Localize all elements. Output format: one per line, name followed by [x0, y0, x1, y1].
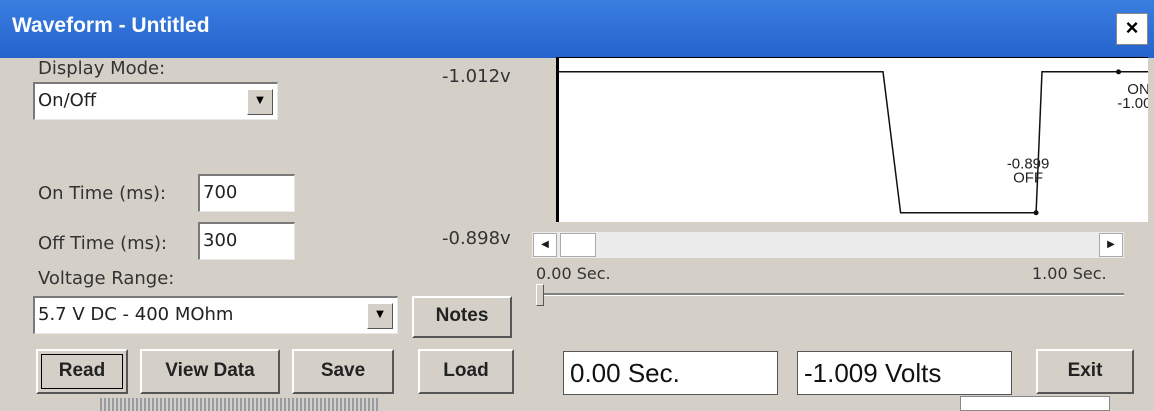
exit-button[interactable]: Exit: [1036, 349, 1134, 394]
x-axis-start-label: 0.00 Sec.: [536, 264, 611, 283]
title-bar: Waveform - Untitled ×: [0, 0, 1154, 58]
status-panel: [960, 396, 1110, 411]
view-data-button[interactable]: View Data: [140, 349, 280, 394]
on-time-input[interactable]: 700: [198, 174, 295, 212]
load-button[interactable]: Load: [418, 349, 514, 394]
chevron-down-icon[interactable]: ▼: [367, 303, 393, 329]
chevron-down-icon[interactable]: ▼: [247, 89, 273, 115]
waveform-chart: -0.899OFFON-1.009: [559, 69, 1148, 216]
voltage-range-select[interactable]: 5.7 V DC - 400 MOhm ▼: [33, 296, 398, 334]
voltage-readout: -1.009 Volts: [797, 351, 1012, 395]
off-time-label: Off Time (ms):: [38, 233, 168, 254]
time-slider-track[interactable]: [540, 293, 1124, 296]
display-mode-label: Display Mode:: [38, 58, 166, 79]
save-button[interactable]: Save: [292, 349, 394, 394]
status-bar: [0, 396, 1154, 411]
voltage-range-label: Voltage Range:: [38, 268, 175, 289]
close-button[interactable]: ×: [1116, 13, 1148, 45]
voltage-range-value: 5.7 V DC - 400 MOhm: [38, 304, 234, 325]
display-mode-select[interactable]: On/Off ▼: [33, 82, 278, 120]
waveform-marker-0: [1033, 210, 1039, 216]
waveform-annotation-state-1: -1.009: [1117, 95, 1148, 112]
arrow-right-icon[interactable]: ▶: [1099, 233, 1123, 257]
y-axis-top-label: -1.012v: [442, 66, 511, 87]
plot-scrollbar[interactable]: ◀ ▶: [532, 232, 1124, 258]
time-readout: 0.00 Sec.: [563, 351, 778, 395]
time-slider-thumb[interactable]: [536, 284, 544, 306]
read-button[interactable]: Read: [36, 349, 128, 394]
notes-button[interactable]: Notes: [412, 296, 512, 338]
on-time-label: On Time (ms):: [38, 183, 167, 204]
display-mode-value: On/Off: [38, 90, 97, 111]
y-axis-bottom-label: -0.898v: [442, 228, 511, 249]
status-progress: [100, 398, 380, 411]
arrow-left-icon[interactable]: ◀: [533, 233, 557, 257]
waveform-line-0: [559, 71, 1148, 214]
window-title: Waveform - Untitled: [12, 14, 210, 37]
off-time-input[interactable]: 300: [198, 222, 295, 260]
waveform-plot: -0.899OFFON-1.009: [556, 57, 1148, 222]
x-axis-end-label: 1.00 Sec.: [1032, 264, 1107, 283]
waveform-annotation-state-0: OFF: [1013, 170, 1043, 187]
waveform-marker-1: [1116, 69, 1122, 75]
scrollbar-thumb[interactable]: [560, 233, 596, 257]
